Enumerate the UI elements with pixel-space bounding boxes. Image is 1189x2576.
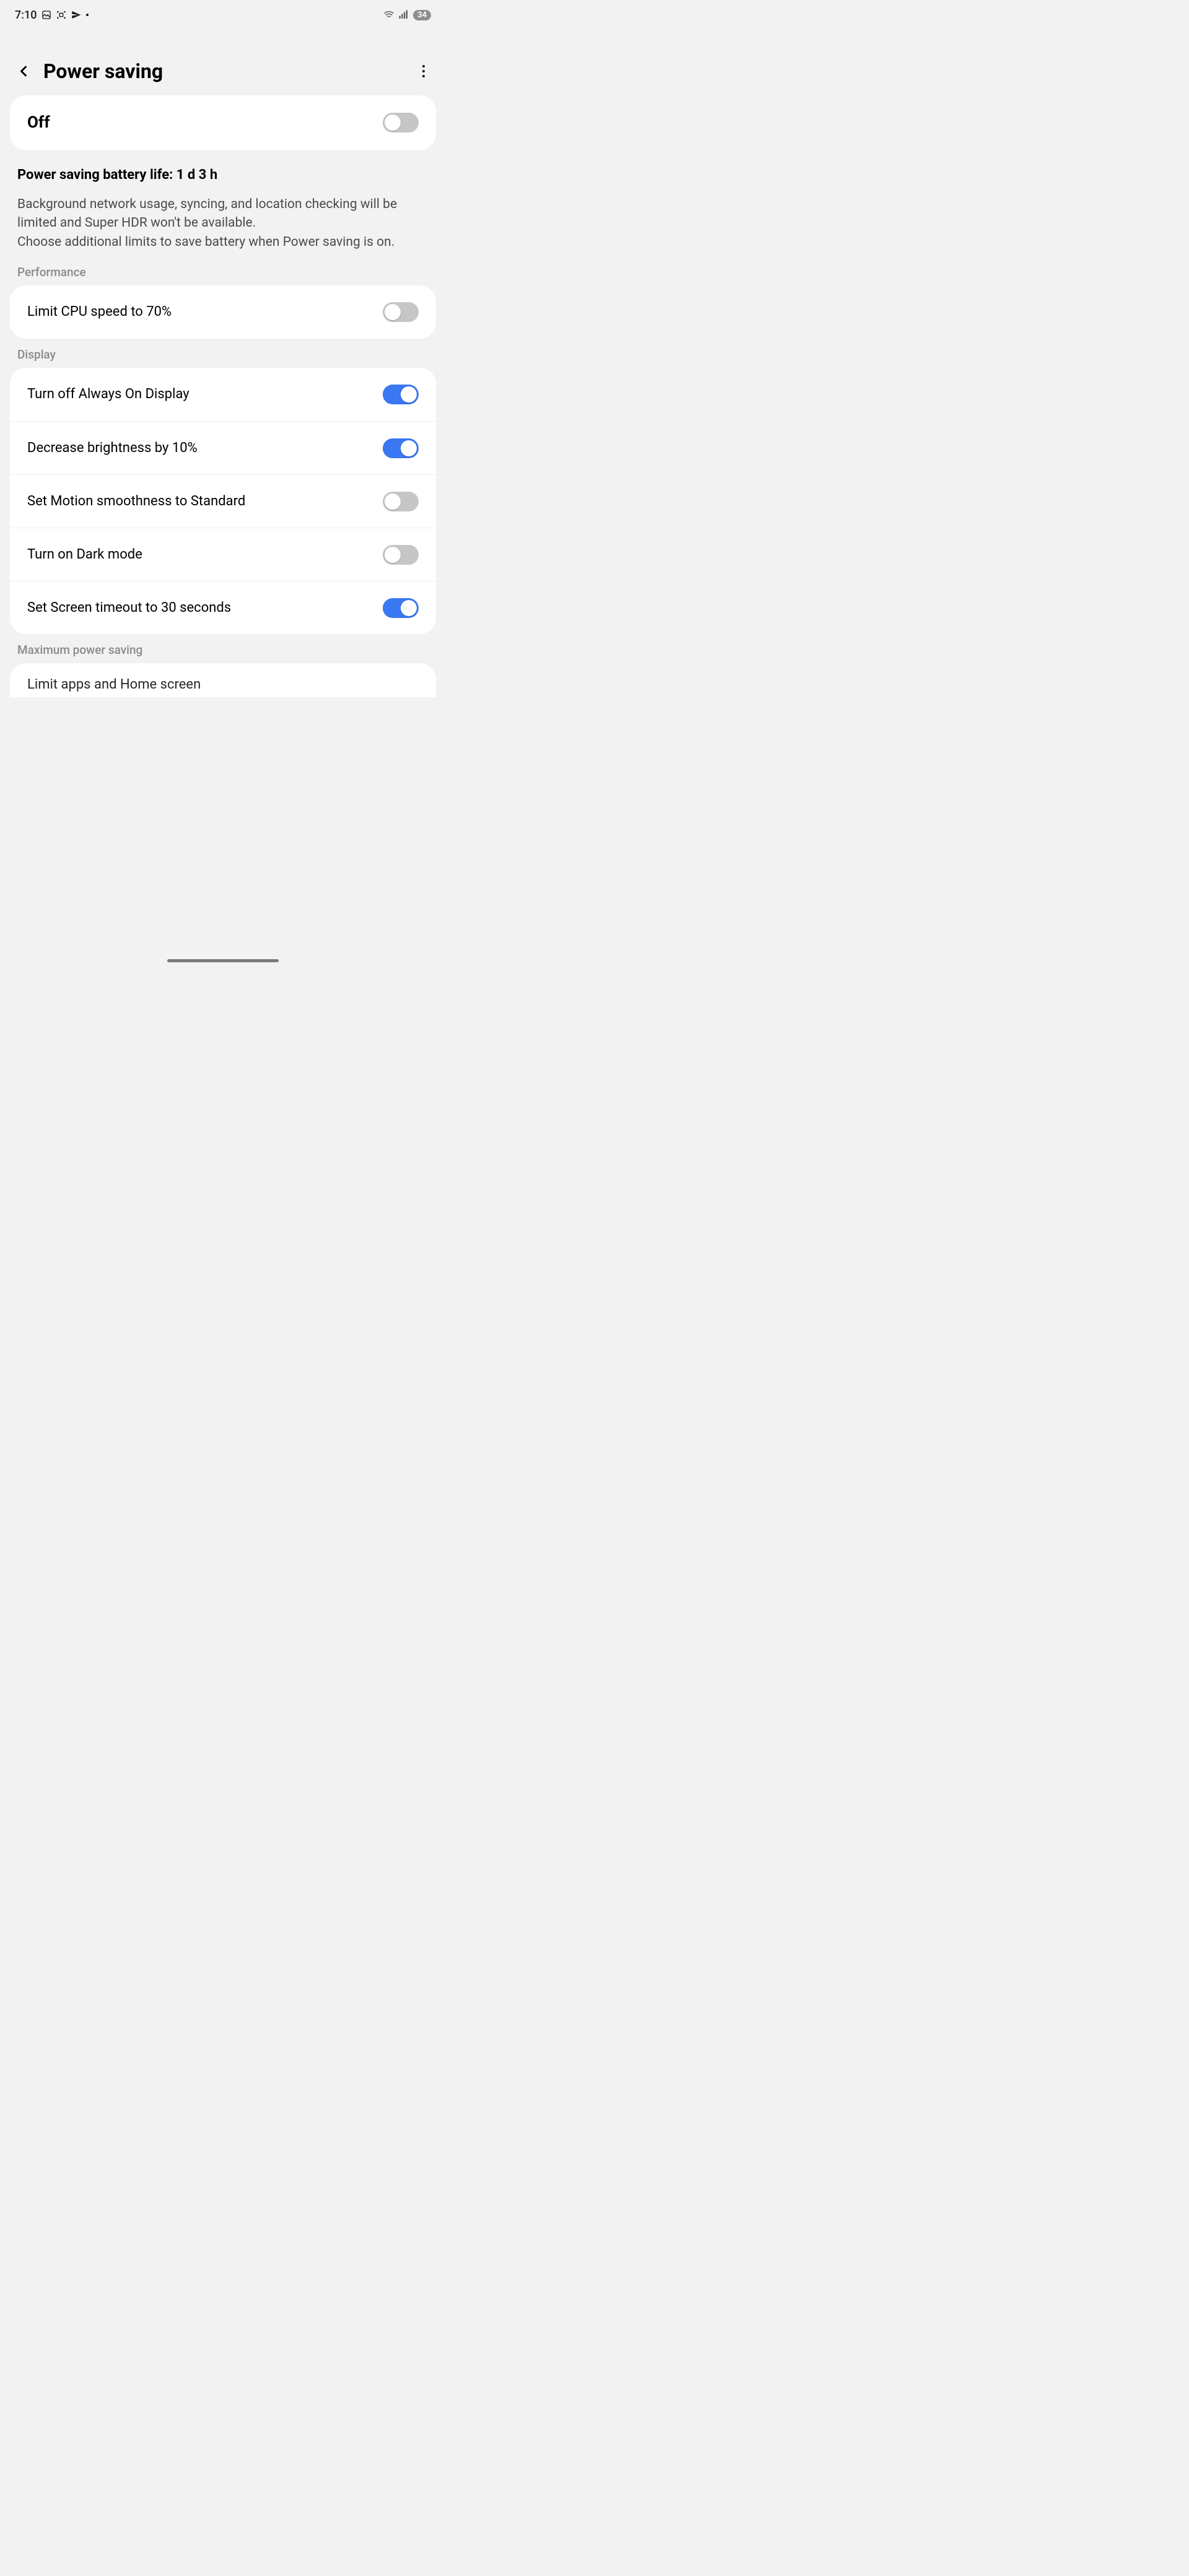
power-saving-toggle[interactable] <box>383 113 419 133</box>
list-item-motion[interactable]: Set Motion smoothness to Standard <box>10 474 436 528</box>
page-header: Power saving <box>0 30 446 95</box>
timeout-toggle[interactable] <box>383 598 419 618</box>
cpu-limit-toggle[interactable] <box>383 302 419 322</box>
main-toggle-label: Off <box>27 113 50 132</box>
home-indicator[interactable] <box>167 959 279 962</box>
list-item-timeout[interactable]: Set Screen timeout to 30 seconds <box>10 581 436 634</box>
dot-icon <box>86 14 89 16</box>
wifi-icon <box>383 9 394 20</box>
list-label: Limit CPU speed to 70% <box>27 303 181 321</box>
list-label: Turn off Always On Display <box>27 386 199 404</box>
back-icon[interactable] <box>15 63 32 80</box>
aod-toggle[interactable] <box>383 385 419 404</box>
list-label: Set Screen timeout to 30 seconds <box>27 599 241 617</box>
list-label: Turn on Dark mode <box>27 546 152 564</box>
more-icon[interactable] <box>416 64 431 79</box>
battery-indicator: 34 <box>413 10 431 20</box>
display-card: Turn off Always On Display Decrease brig… <box>10 368 436 634</box>
info-desc-2: Choose additional limits to save battery… <box>17 233 429 251</box>
section-label-max: Maximum power saving <box>0 634 446 663</box>
list-item-aod[interactable]: Turn off Always On Display <box>10 368 436 421</box>
main-toggle-card: Off <box>10 95 436 150</box>
performance-card: Limit CPU speed to 70% <box>10 285 436 339</box>
battery-life-title: Power saving battery life: 1 d 3 h <box>17 167 429 183</box>
list-item-cpu-limit[interactable]: Limit CPU speed to 70% <box>10 285 436 339</box>
motion-toggle[interactable] <box>383 492 419 511</box>
gallery-icon <box>41 10 51 20</box>
section-label-display: Display <box>0 339 446 368</box>
darkmode-toggle[interactable] <box>383 545 419 565</box>
list-label: Decrease brightness by 10% <box>27 440 207 458</box>
list-item-brightness[interactable]: Decrease brightness by 10% <box>10 421 436 474</box>
page-title: Power saving <box>43 59 405 83</box>
info-desc-1: Background network usage, syncing, and l… <box>17 195 429 233</box>
list-label: Set Motion smoothness to Standard <box>27 493 255 511</box>
max-peek-label: Limit apps and Home screen <box>27 677 419 692</box>
scan-icon <box>56 10 66 20</box>
info-block: Power saving battery life: 1 d 3 h Backg… <box>0 150 446 256</box>
brightness-toggle[interactable] <box>383 438 419 458</box>
status-bar: 7:10 34 <box>0 0 446 30</box>
list-item-darkmode[interactable]: Turn on Dark mode <box>10 528 436 581</box>
send-icon <box>71 10 81 20</box>
status-time: 7:10 <box>15 9 37 22</box>
max-card-peek[interactable]: Limit apps and Home screen <box>10 663 436 697</box>
section-label-performance: Performance <box>0 256 446 285</box>
signal-icon <box>398 9 409 20</box>
